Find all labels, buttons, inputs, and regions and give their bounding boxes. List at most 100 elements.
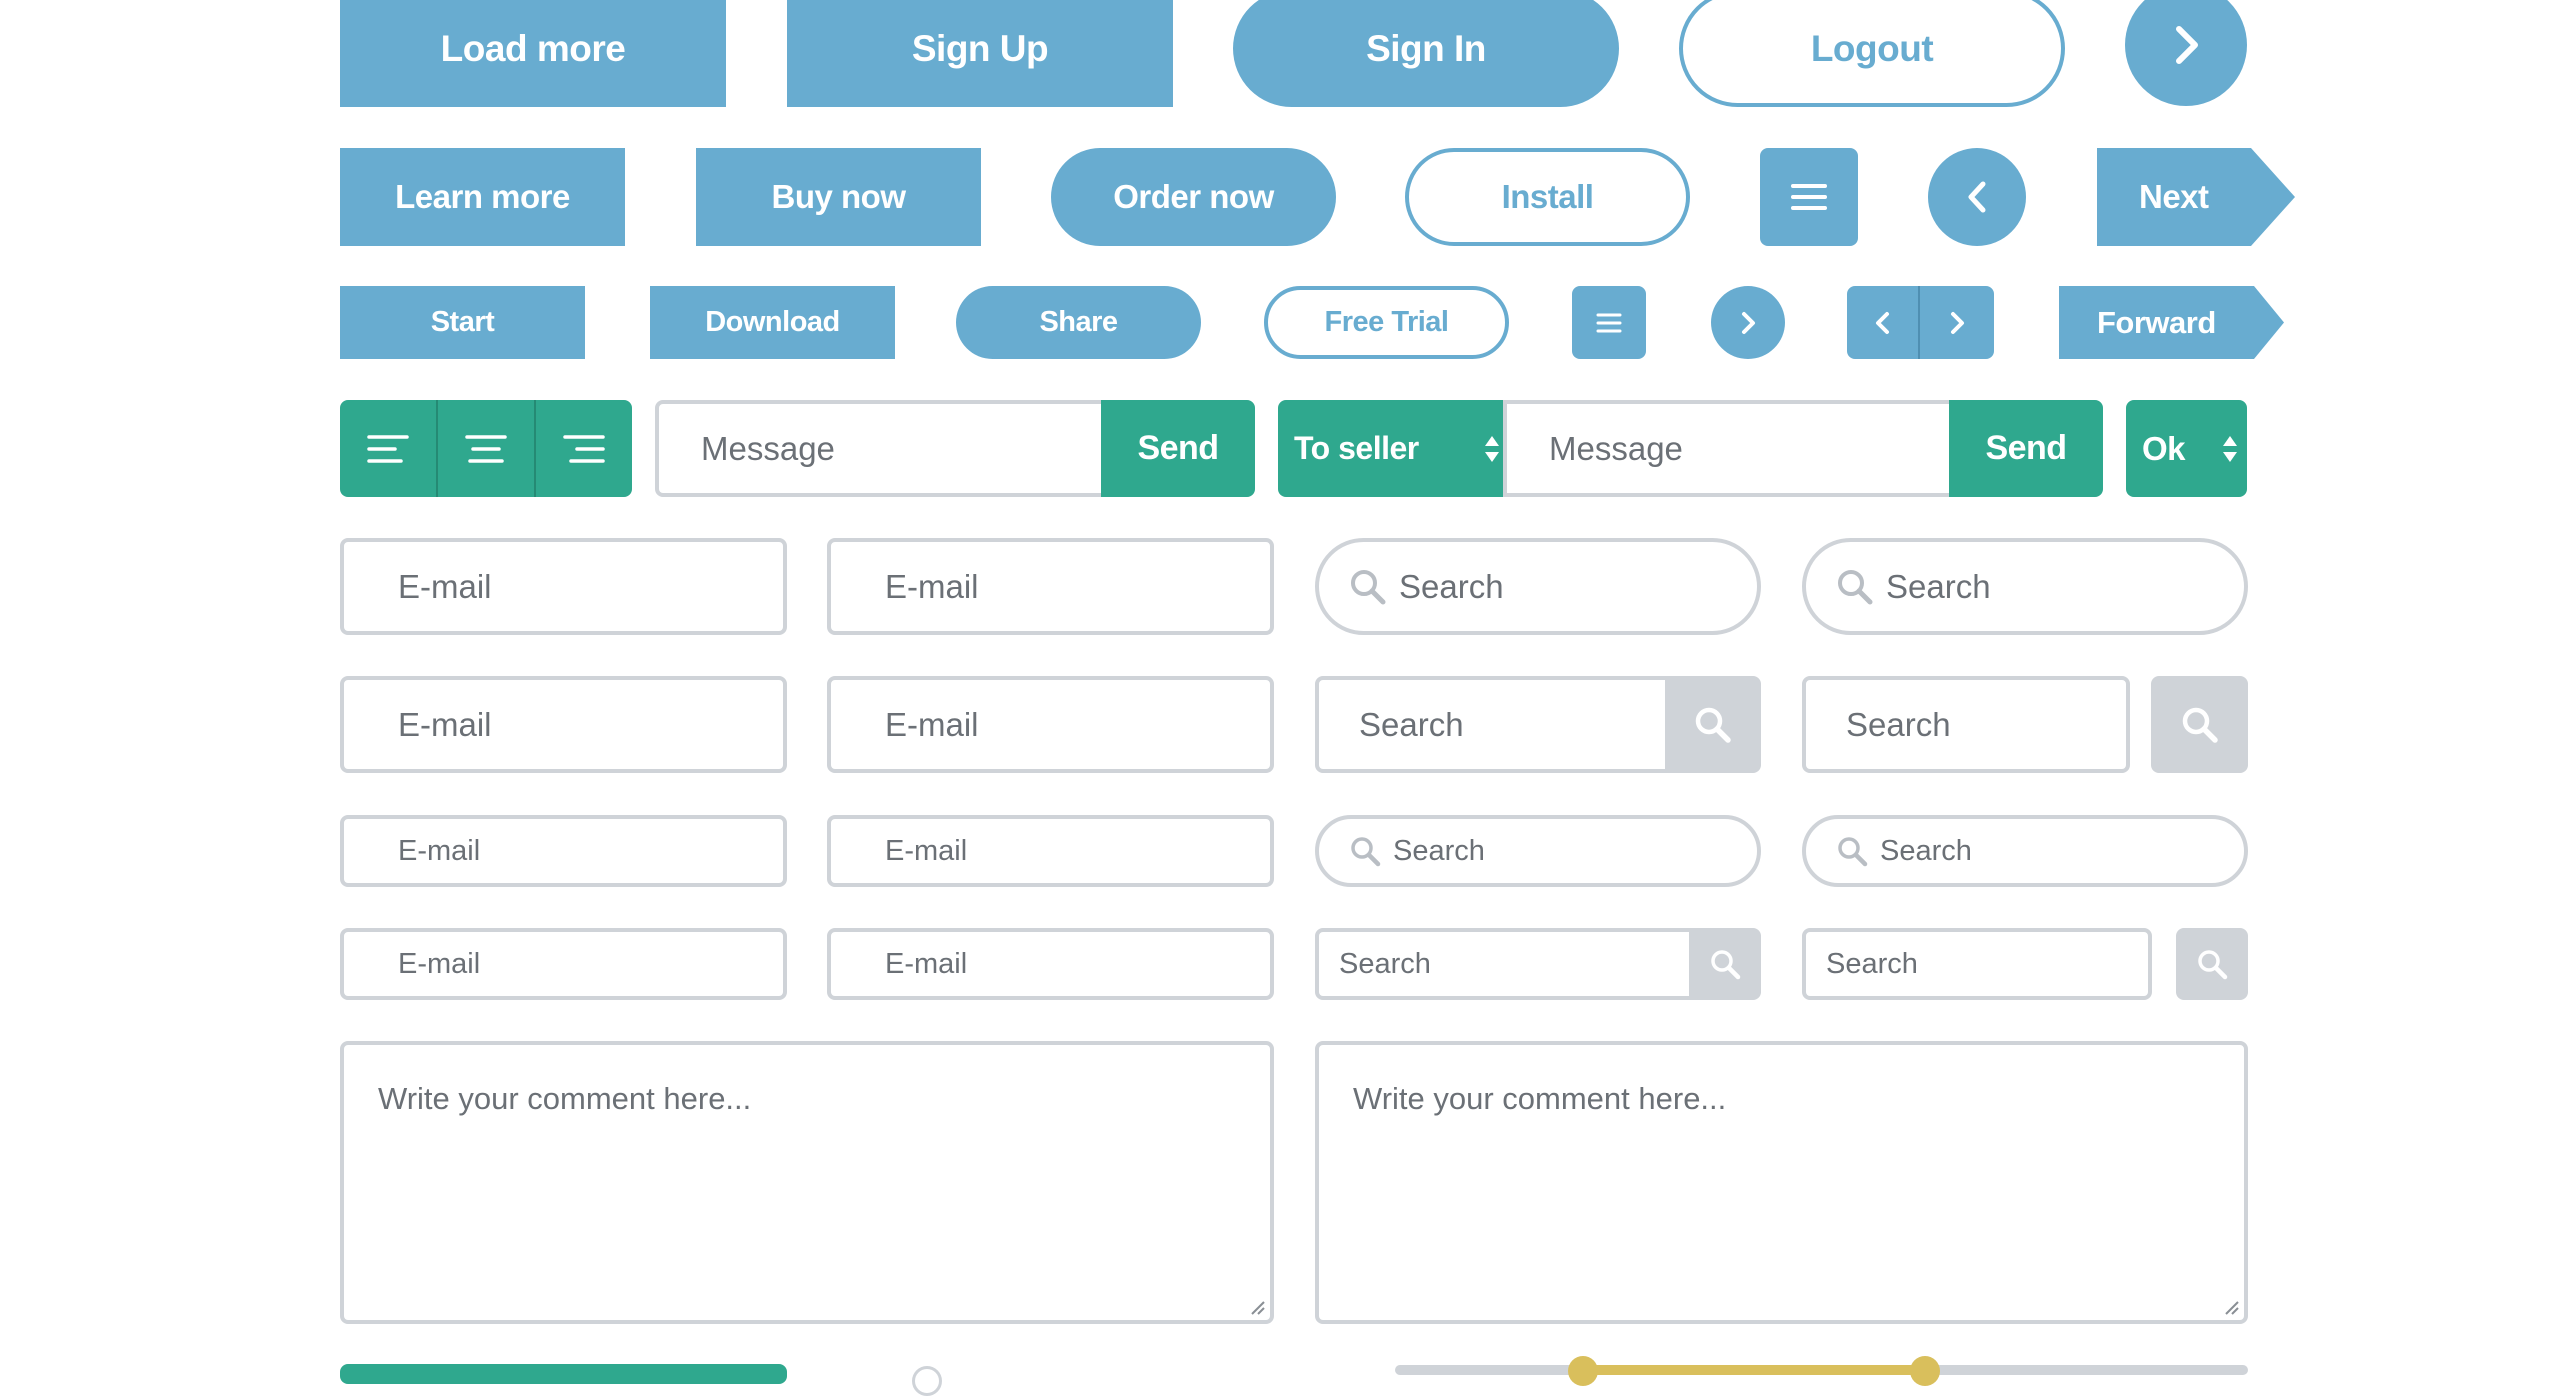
search-button-attached-small[interactable] <box>1689 928 1761 1000</box>
search-button-attached-large[interactable] <box>1665 676 1761 773</box>
pager-group <box>1847 286 1994 359</box>
comment-placeholder: Write your comment here... <box>378 1081 752 1116</box>
email-placeholder: E-mail <box>885 834 968 867</box>
prev-round-button[interactable] <box>1928 148 2026 246</box>
sign-in-button[interactable]: Sign In <box>1233 0 1619 107</box>
order-now-button[interactable]: Order now <box>1051 148 1336 246</box>
comment-textarea-left[interactable]: Write your comment here... <box>340 1041 1274 1324</box>
search-input-attached-large[interactable]: Search <box>1315 676 1669 773</box>
resize-handle-icon[interactable] <box>1248 1298 1266 1316</box>
email-field-small-2[interactable]: E-mail <box>827 815 1274 887</box>
email-placeholder: E-mail <box>398 947 481 980</box>
range-slider-handle-left[interactable] <box>1568 1356 1598 1386</box>
next-arrow-button[interactable]: Next <box>2097 148 2295 246</box>
pager-prev-button[interactable] <box>1847 286 1920 359</box>
align-center-button[interactable] <box>438 400 536 497</box>
search-button-separate-small[interactable] <box>2176 928 2248 1000</box>
download-button[interactable]: Download <box>650 286 895 359</box>
load-more-button[interactable]: Load more <box>340 0 726 107</box>
search-placeholder: Search <box>1846 705 1951 743</box>
comment-placeholder: Write your comment here... <box>1353 1081 1727 1116</box>
menu-small-button[interactable] <box>1572 286 1646 359</box>
search-group-attached-large: Search <box>1315 676 1761 773</box>
buy-now-button[interactable]: Buy now <box>696 148 981 246</box>
search-pill-large-2[interactable]: Search <box>1802 538 2248 635</box>
search-input-separate-large[interactable]: Search <box>1802 676 2130 773</box>
search-placeholder: Search <box>1826 947 1918 980</box>
ok-label: Ok <box>2142 429 2186 467</box>
search-icon <box>2198 950 2228 980</box>
email-field-large-3[interactable]: E-mail <box>340 676 787 773</box>
search-input-separate-small[interactable]: Search <box>1802 928 2152 1000</box>
align-center-icon <box>465 434 507 463</box>
email-placeholder: E-mail <box>398 567 492 605</box>
search-group-attached-small: Search <box>1315 928 1761 1000</box>
align-left-button[interactable] <box>340 400 438 497</box>
select-arrows-icon <box>1485 436 1499 462</box>
email-placeholder: E-mail <box>885 567 979 605</box>
search-placeholder: Search <box>1339 947 1431 980</box>
email-placeholder: E-mail <box>885 947 968 980</box>
chevron-left-icon <box>1875 311 1889 334</box>
search-icon <box>2182 707 2218 743</box>
radio-partial[interactable] <box>912 1366 942 1396</box>
message-placeholder: Message <box>701 429 835 467</box>
send-button-1[interactable]: Send <box>1101 400 1255 497</box>
install-button[interactable]: Install <box>1405 148 1690 246</box>
start-button[interactable]: Start <box>340 286 585 359</box>
search-placeholder: Search <box>1393 834 1485 867</box>
share-button[interactable]: Share <box>956 286 1201 359</box>
chevron-left-icon <box>1968 181 1986 213</box>
pager-next-button[interactable] <box>1920 286 1994 359</box>
align-right-button[interactable] <box>536 400 632 497</box>
email-field-small-4[interactable]: E-mail <box>827 928 1274 1000</box>
email-field-large-4[interactable]: E-mail <box>827 676 1274 773</box>
search-pill-small-2[interactable]: Search <box>1802 815 2248 887</box>
free-trial-button[interactable]: Free Trial <box>1264 286 1509 359</box>
search-icon <box>1838 569 1873 604</box>
next-round-button[interactable] <box>2125 0 2247 106</box>
email-field-small-3[interactable]: E-mail <box>340 928 787 1000</box>
chevron-right-icon <box>2176 26 2198 64</box>
forward-label: Forward <box>2097 304 2216 340</box>
logout-button[interactable]: Logout <box>1679 0 2065 107</box>
search-icon <box>1351 837 1381 867</box>
email-field-large-2[interactable]: E-mail <box>827 538 1274 635</box>
menu-button[interactable] <box>1760 148 1858 246</box>
sign-up-button[interactable]: Sign Up <box>787 0 1173 107</box>
chevron-right-icon <box>1951 311 1964 334</box>
next-label: Next <box>2139 178 2209 215</box>
message-input-group-2: To seller Message Send <box>1278 400 2103 497</box>
search-placeholder: Search <box>1886 567 1991 605</box>
send-button-2[interactable]: Send <box>1949 400 2103 497</box>
resize-handle-icon[interactable] <box>2222 1298 2240 1316</box>
search-icon <box>1695 707 1731 743</box>
email-field-small-1[interactable]: E-mail <box>340 815 787 887</box>
message-placeholder: Message <box>1549 429 1683 467</box>
hamburger-icon <box>1596 313 1622 332</box>
email-field-large-1[interactable]: E-mail <box>340 538 787 635</box>
align-left-icon <box>367 434 409 463</box>
message-input-2[interactable]: Message <box>1503 400 1953 497</box>
comment-textarea-right[interactable]: Write your comment here... <box>1315 1041 2248 1324</box>
message-input-1[interactable]: Message <box>655 400 1105 497</box>
email-placeholder: E-mail <box>398 834 481 867</box>
search-icon <box>1711 950 1741 980</box>
forward-arrow-button[interactable]: Forward <box>2059 286 2284 359</box>
search-button-separate-large[interactable] <box>2151 676 2248 773</box>
range-slider-handle-right[interactable] <box>1910 1356 1940 1386</box>
teal-bar-partial[interactable] <box>340 1364 787 1384</box>
text-align-group <box>340 400 632 497</box>
search-pill-large-1[interactable]: Search <box>1315 538 1761 635</box>
search-placeholder: Search <box>1359 705 1464 743</box>
align-right-icon <box>563 434 605 463</box>
search-input-attached-small[interactable]: Search <box>1315 928 1693 1000</box>
select-arrows-icon <box>2223 436 2237 462</box>
to-seller-select[interactable]: To seller <box>1278 400 1507 497</box>
hamburger-icon <box>1791 184 1827 210</box>
next-small-round-button[interactable] <box>1711 286 1785 359</box>
ok-select[interactable]: Ok <box>2126 400 2247 497</box>
search-pill-small-1[interactable]: Search <box>1315 815 1761 887</box>
range-slider-fill <box>1585 1365 1925 1375</box>
learn-more-button[interactable]: Learn more <box>340 148 625 246</box>
